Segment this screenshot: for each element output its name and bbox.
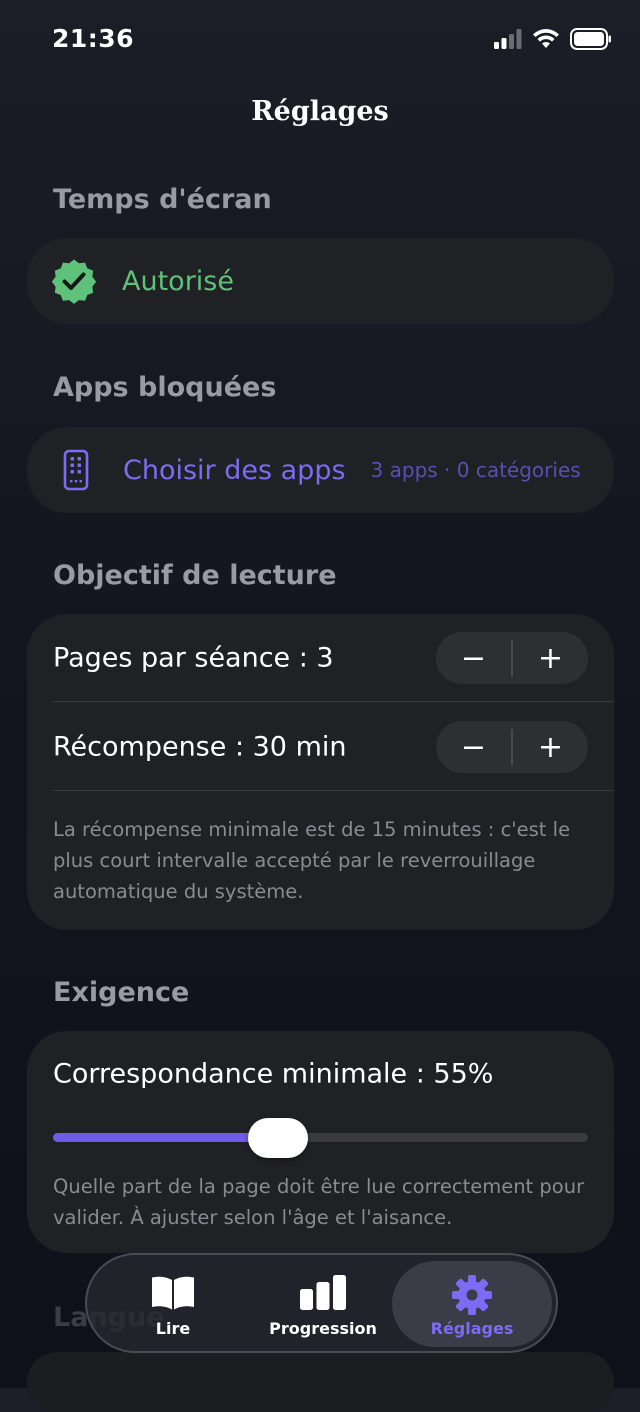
language-card	[27, 1352, 614, 1412]
pages-decrement-button[interactable]: −	[436, 632, 511, 684]
tab-lire-label: Lire	[155, 1319, 191, 1338]
book-icon	[152, 1276, 194, 1310]
screen-time-header: Temps d'écran	[53, 184, 272, 215]
reward-label: Récompense : 30 min	[53, 731, 347, 763]
pages-per-session-stepper: − +	[436, 632, 588, 684]
tab-reglages[interactable]: Réglages	[392, 1261, 552, 1347]
status-time: 21:36	[52, 24, 135, 53]
cellular-signal-icon	[494, 29, 522, 49]
tab-progression[interactable]: Progression	[243, 1261, 403, 1347]
slider-fill	[53, 1133, 278, 1142]
reading-goal-card: Pages par séance : 3 − + Récompense : 30…	[27, 614, 614, 930]
reading-goal-header: Objectif de lecture	[53, 560, 337, 591]
phone-grid-icon	[63, 449, 89, 491]
apps-selection-summary: 3 apps · 0 catégories	[370, 458, 581, 482]
reward-stepper: − +	[436, 721, 588, 773]
verified-badge-icon	[51, 259, 97, 304]
status-icons	[494, 28, 612, 50]
wifi-icon	[533, 29, 559, 48]
tab-bar: Lire Progression Réglages	[85, 1253, 558, 1353]
requirement-card: Correspondance minimale : 55% Quelle par…	[27, 1031, 614, 1253]
row-divider	[53, 790, 614, 791]
reward-decrement-button[interactable]: −	[436, 721, 511, 773]
authorization-status: Autorisé	[122, 265, 234, 297]
status-bar: 21:36	[0, 0, 640, 84]
minimum-match-slider[interactable]	[53, 1117, 588, 1158]
requirement-note: Quelle part de la page doit être lue cor…	[53, 1175, 585, 1229]
minimum-match-label: Correspondance minimale : 55%	[53, 1058, 494, 1090]
pages-per-session-label: Pages par séance : 3	[53, 642, 334, 674]
tab-reglages-label: Réglages	[430, 1319, 514, 1338]
gear-icon	[452, 1275, 492, 1315]
requirement-header: Exigence	[53, 977, 190, 1008]
pages-per-session-row: Pages par séance : 3 − +	[53, 623, 588, 693]
reward-note: La récompense minimale est de 15 minutes…	[53, 818, 571, 903]
tab-progression-label: Progression	[269, 1319, 377, 1338]
choose-apps-button[interactable]: Choisir des apps 3 apps · 0 catégories	[27, 427, 614, 513]
row-divider	[53, 701, 614, 702]
battery-icon	[570, 28, 611, 50]
reward-row: Récompense : 30 min − +	[53, 712, 588, 782]
choose-apps-label: Choisir des apps	[123, 454, 346, 486]
reward-increment-button[interactable]: +	[513, 721, 588, 773]
slider-thumb[interactable]	[247, 1117, 308, 1158]
bar-chart-icon	[300, 1275, 346, 1310]
pages-increment-button[interactable]: +	[513, 632, 588, 684]
blocked-apps-header: Apps bloquées	[53, 372, 277, 403]
page-title: Réglages	[251, 96, 389, 127]
screen-time-card: Autorisé	[27, 238, 614, 324]
tab-lire[interactable]: Lire	[93, 1261, 253, 1347]
